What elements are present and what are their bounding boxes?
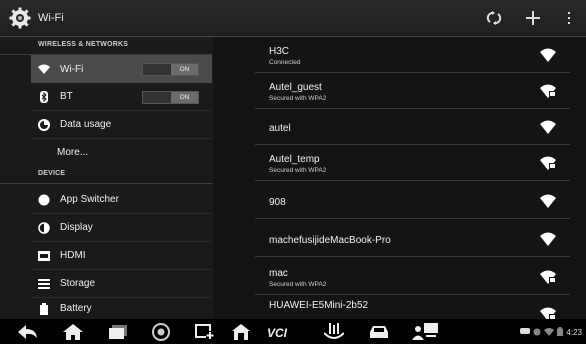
svg-text:VCI: VCI [267, 326, 288, 339]
wifi-signal-icon [540, 48, 556, 62]
hdmi-icon [37, 249, 51, 263]
navigation-bar: VCI 4:23 [0, 319, 586, 344]
network-item[interactable]: mac Secured with WPA2 [255, 259, 570, 295]
network-status: Secured with WPA2 [269, 167, 327, 174]
settings-item-battery[interactable]: Battery [31, 298, 212, 319]
settings-item-label: HDMI [60, 250, 86, 261]
display-icon [37, 221, 51, 235]
toggle-state: ON [171, 92, 198, 103]
back-icon[interactable] [17, 322, 39, 342]
screenshot-icon[interactable] [194, 322, 216, 342]
network-status: Secured with WPA2 [269, 95, 327, 102]
network-item[interactable]: HUAWEI-E5Mini-2b52 [255, 295, 570, 321]
wifi-signal-icon [540, 194, 556, 208]
autel-home-icon[interactable] [230, 322, 252, 342]
wifi-network-list: H3C Connected Autel_guest Secured with W… [213, 37, 586, 321]
network-item[interactable]: 908 [255, 183, 570, 219]
vci-icon[interactable]: VCI [266, 322, 300, 342]
settings-item-label: Data usage [60, 119, 112, 130]
bluetooth-icon [37, 90, 51, 104]
wps-icon[interactable] [483, 8, 505, 28]
battery-status-icon [557, 327, 564, 338]
settings-item-data-usage[interactable]: Data usage [31, 111, 212, 139]
settings-item-display[interactable]: Display [31, 214, 212, 242]
network-item[interactable]: H3C Connected [255, 37, 570, 73]
settings-gear-icon[interactable] [9, 7, 31, 29]
data-usage-icon [37, 118, 51, 132]
network-item[interactable]: Autel_temp Secured with WPA2 [255, 145, 570, 181]
network-status: Secured with WPA2 [269, 281, 327, 288]
bt-toggle[interactable]: ON [142, 91, 199, 104]
network-item[interactable]: autel [255, 109, 570, 145]
battery-icon [37, 302, 51, 316]
car-icon[interactable] [368, 322, 390, 342]
sync-icon [533, 328, 541, 338]
notification-icon [520, 327, 531, 338]
network-ssid: H3C [269, 46, 290, 57]
remote-desk-icon[interactable] [412, 322, 438, 342]
network-ssid: autel [269, 123, 291, 134]
settings-item-label: BT [60, 91, 73, 102]
screen: Wi-Fi WIRELESS & NETWORKS Wi-Fi ON BT ON… [0, 0, 586, 344]
overflow-menu-icon[interactable] [558, 8, 580, 28]
network-ssid: mac [269, 268, 288, 279]
settings-item-app-switcher[interactable]: App Switcher [31, 186, 212, 214]
settings-item-hdmi[interactable]: HDMI [31, 242, 212, 270]
network-ssid: Autel_temp [269, 154, 320, 165]
settings-item-label: More... [57, 147, 89, 158]
settings-item-label: Battery [60, 303, 92, 314]
settings-item-label: Wi-Fi [60, 63, 84, 75]
status-area: 4:23 [520, 327, 582, 338]
network-status: Connected [269, 59, 301, 66]
settings-list: WIRELESS & NETWORKS Wi-Fi ON BT ON Data … [0, 37, 213, 319]
wifi-toggle[interactable]: ON [142, 63, 199, 76]
network-ssid: HUAWEI-E5Mini-2b52 [269, 300, 369, 311]
settings-item-label: Storage [60, 278, 96, 289]
network-ssid: 908 [269, 197, 286, 208]
settings-item-bt[interactable]: BT ON [31, 83, 212, 111]
app-switcher-icon [37, 193, 51, 207]
wifi-signal-locked-icon [540, 270, 556, 284]
storage-icon [37, 277, 51, 291]
wifi-signal-icon [540, 120, 556, 134]
settings-item-storage[interactable]: Storage [31, 270, 212, 298]
wifi-status-icon [544, 327, 555, 338]
wireless-section-header: WIRELESS & NETWORKS [0, 37, 213, 55]
wifi-signal-icon [540, 232, 556, 246]
recent-apps-icon[interactable] [107, 322, 129, 342]
add-icon[interactable] [522, 8, 544, 28]
action-bar: Wi-Fi [0, 0, 586, 37]
wifi-signal-locked-icon [540, 156, 556, 170]
device-section-header: DEVICE [0, 166, 213, 184]
clock: 4:23 [566, 328, 582, 337]
wifi-icon [37, 62, 51, 76]
settings-item-label: Display [60, 222, 93, 233]
wifi-signal-locked-icon [540, 84, 556, 98]
page-title: Wi-Fi [38, 12, 64, 24]
network-ssid: Autel_guest [269, 82, 322, 93]
network-item[interactable]: machefusijideMacBook-Pro [255, 221, 570, 257]
home-icon[interactable] [62, 322, 84, 342]
toggle-state: ON [171, 64, 198, 75]
settings-item-wifi[interactable]: Wi-Fi ON [31, 55, 212, 83]
network-ssid: machefusijideMacBook-Pro [269, 235, 391, 246]
settings-item-label: App Switcher [60, 194, 119, 205]
shop-icon[interactable] [323, 322, 345, 342]
network-item[interactable]: Autel_guest Secured with WPA2 [255, 73, 570, 109]
browser-icon[interactable] [150, 322, 172, 342]
settings-item-more[interactable]: More... [31, 139, 212, 166]
